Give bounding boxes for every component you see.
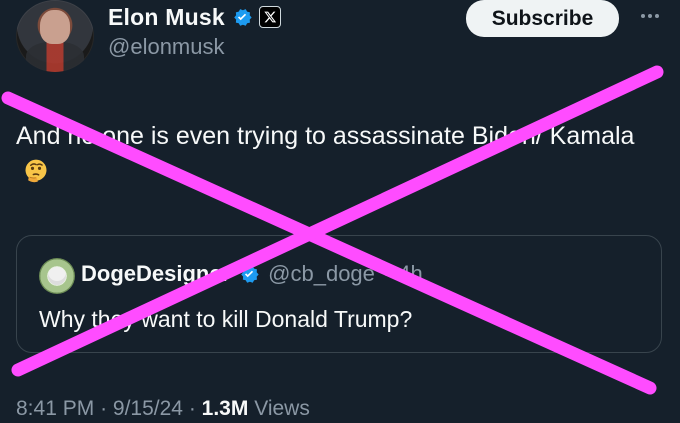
tweet-text-content: And no one is even trying to assassinate… [16,122,635,150]
author-handle[interactable]: @elonmusk [108,34,225,60]
quoted-tweet-header: DogeDesigner @cb_doge · 4h [81,258,423,290]
quoted-tweet-time[interactable]: 4h [398,261,422,287]
quoted-tweet-text: Why they want to kill Donald Trump? [39,306,413,332]
quoted-author-handle[interactable]: @cb_doge [268,261,375,287]
quoted-time-separator: · [382,261,391,286]
avatar-face [40,10,70,44]
meta-separator: · [100,397,108,420]
views-count: 1.3M [201,397,249,420]
tweet-card: Elon Musk @elonmusk Subscribe And no one… [0,0,680,423]
author-name-row: Elon Musk [108,2,281,32]
x-logo-icon [264,11,276,23]
quoted-author-avatar[interactable] [39,258,75,294]
more-dot [641,14,645,18]
x-affiliation-badge-icon[interactable] [258,6,281,28]
tweet-meta: 8:41 PM · 9/15/24 · 1.3M Views [16,397,310,421]
doge-avatar-face [48,267,66,285]
quoted-verified-badge-icon[interactable] [238,263,260,285]
tweet-date[interactable]: 9/15/24 [113,397,183,420]
verified-badge-icon[interactable] [231,6,253,28]
quoted-author-display-name[interactable]: DogeDesigner [81,261,230,287]
avatar-body [26,42,84,72]
more-dot [655,14,659,18]
more-dot [648,14,652,18]
author-display-name[interactable]: Elon Musk [108,2,225,32]
quoted-tweet[interactable]: DogeDesigner @cb_doge · 4h Why they want… [16,235,662,353]
views-label: Views [254,397,310,420]
thinking-face-icon [25,159,47,183]
tweet-time[interactable]: 8:41 PM [16,397,94,420]
magenta-x-overlay [1,65,664,395]
meta-separator: · [188,397,196,420]
author-avatar[interactable] [16,0,94,72]
tweet-text: And no one is even trying to assassinate… [16,118,656,192]
subscribe-button[interactable]: Subscribe [466,0,619,37]
more-options-icon[interactable] [637,6,663,26]
